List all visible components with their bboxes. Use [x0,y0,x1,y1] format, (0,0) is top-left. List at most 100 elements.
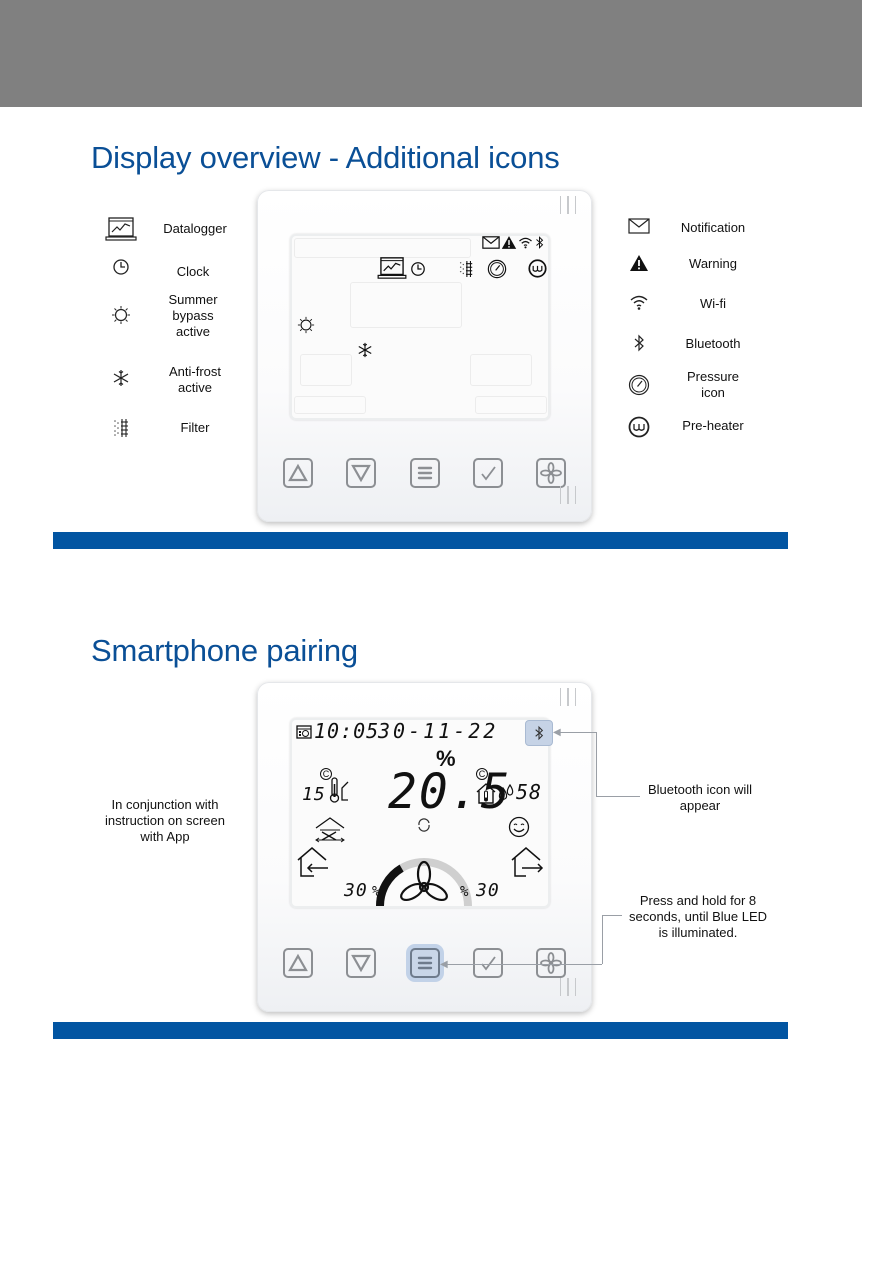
warning-icon [622,254,656,272]
smiley-icon [508,816,530,838]
wifi-icon [518,236,533,249]
lcd-screen: 10:05 30-11-22 % 15 C 20.5 C 58 30 % % 3… [290,718,550,908]
lcd-outdoor-temp: 15 [302,784,326,805]
calendar-clock-icon [296,724,312,739]
section-divider [53,1022,788,1039]
indoor-house-thermometer-icon [476,782,496,804]
datalogger-icon [104,216,138,242]
bluetooth-icon [535,725,544,741]
bypass-house-icon [312,816,348,844]
down-arrow-icon [351,954,372,973]
check-icon [481,956,496,971]
snowflake-icon [357,342,373,358]
legend-label-anti-frost: Anti-frost active [168,364,221,395]
lcd-supply-percent-unit: % [372,884,382,900]
legend-label-wifi: Wi-fi [700,296,726,311]
fan-icon [540,462,562,484]
device-button-row [283,948,566,978]
check-icon [481,466,496,481]
lcd-extract-percent-unit: % [460,884,470,900]
menu-icon [417,466,432,480]
envelope-icon [622,218,656,234]
warning-icon [501,235,517,250]
up-arrow-icon [288,953,308,972]
ghost-segments [300,354,352,386]
legend-label-warning: Warning [689,256,737,271]
ghost-segments [475,396,547,414]
callout-arrow-icon: ◀ [440,959,448,970]
lcd-date: 30-11-22 [378,719,499,743]
ghost-segments [350,282,462,328]
down-button[interactable] [346,458,377,488]
device-button-row [283,458,566,488]
vent-slots [559,978,576,996]
filter-icon [458,260,474,278]
callout-line-button [445,964,602,965]
ghost-segments [470,354,532,386]
lcd-supply-percent: 30 [344,880,368,901]
lcd-humidity: 58 [516,780,543,804]
pressure-gauge-icon [487,259,507,279]
pre-heater-icon [528,259,547,278]
humidity-drops-icon [497,784,517,802]
bluetooth-icon [535,235,544,250]
section-title-smartphone-pairing: Smartphone pairing [91,633,358,668]
legend-label-pressure: Pressure icon [686,369,740,400]
ghost-segments [294,238,471,258]
confirm-button[interactable] [472,458,503,488]
down-arrow-icon [351,464,372,483]
celsius-icon: C [476,768,488,780]
lcd-extract-percent: 30 [476,880,500,901]
wifi-icon [622,294,656,310]
menu-button[interactable] [409,948,440,978]
controller-device-overview [257,190,592,522]
sun-icon [104,305,138,325]
legend-label-clock: Clock [176,264,210,279]
up-button[interactable] [283,948,313,978]
callout-line-button [602,915,603,964]
up-arrow-icon [288,463,308,482]
header-bar [0,0,862,107]
clock-icon [104,258,138,276]
filter-icon [104,418,138,438]
fan-button[interactable] [536,948,566,978]
clock-icon [410,261,426,277]
confirm-button[interactable] [472,948,503,978]
menu-icon [417,956,432,970]
up-button[interactable] [283,458,313,488]
bluetooth-icon [622,334,656,352]
annotation-press-hold: Press and hold for 8 seconds, until Blue… [628,893,768,940]
fan-button[interactable] [536,458,566,488]
callout-line-bluetooth [596,732,597,796]
callout-arrow-icon: ◀ [553,727,561,738]
legend-label-summer-bypass: Summer bypass active [168,292,218,339]
annotation-app-instructions: In conjunction with instruction on scree… [105,797,225,844]
sun-icon [297,316,315,334]
gauge-fill [376,864,404,907]
outdoor-thermometer-icon [328,776,350,804]
annotation-bluetooth: Bluetooth icon will appear [647,782,753,813]
section-divider [53,532,788,549]
extract-house-icon [510,846,544,880]
legend-label-datalogger: Datalogger [163,221,227,236]
down-button[interactable] [346,948,377,978]
ghost-segments [294,396,366,414]
pre-heater-icon [622,416,656,438]
bluetooth-indicator-highlight [525,720,553,746]
vent-slots [559,196,576,214]
vent-slots [559,486,576,504]
envelope-icon [482,236,500,249]
legend-label-bluetooth: Bluetooth [685,336,741,351]
pressure-gauge-icon [622,374,656,396]
snowflake-icon [104,369,138,387]
fan-icon [540,952,562,974]
lcd-screen [290,234,550,420]
vent-slots [559,688,576,706]
datalogger-icon [377,256,407,280]
callout-line-bluetooth [558,732,596,733]
lcd-time: 10:05 [314,719,380,743]
supply-house-icon [296,846,330,880]
section-title-display-overview: Display overview - Additional icons [91,140,560,175]
menu-button[interactable] [409,458,440,488]
legend-label-pre-heater: Pre-heater [682,418,744,433]
